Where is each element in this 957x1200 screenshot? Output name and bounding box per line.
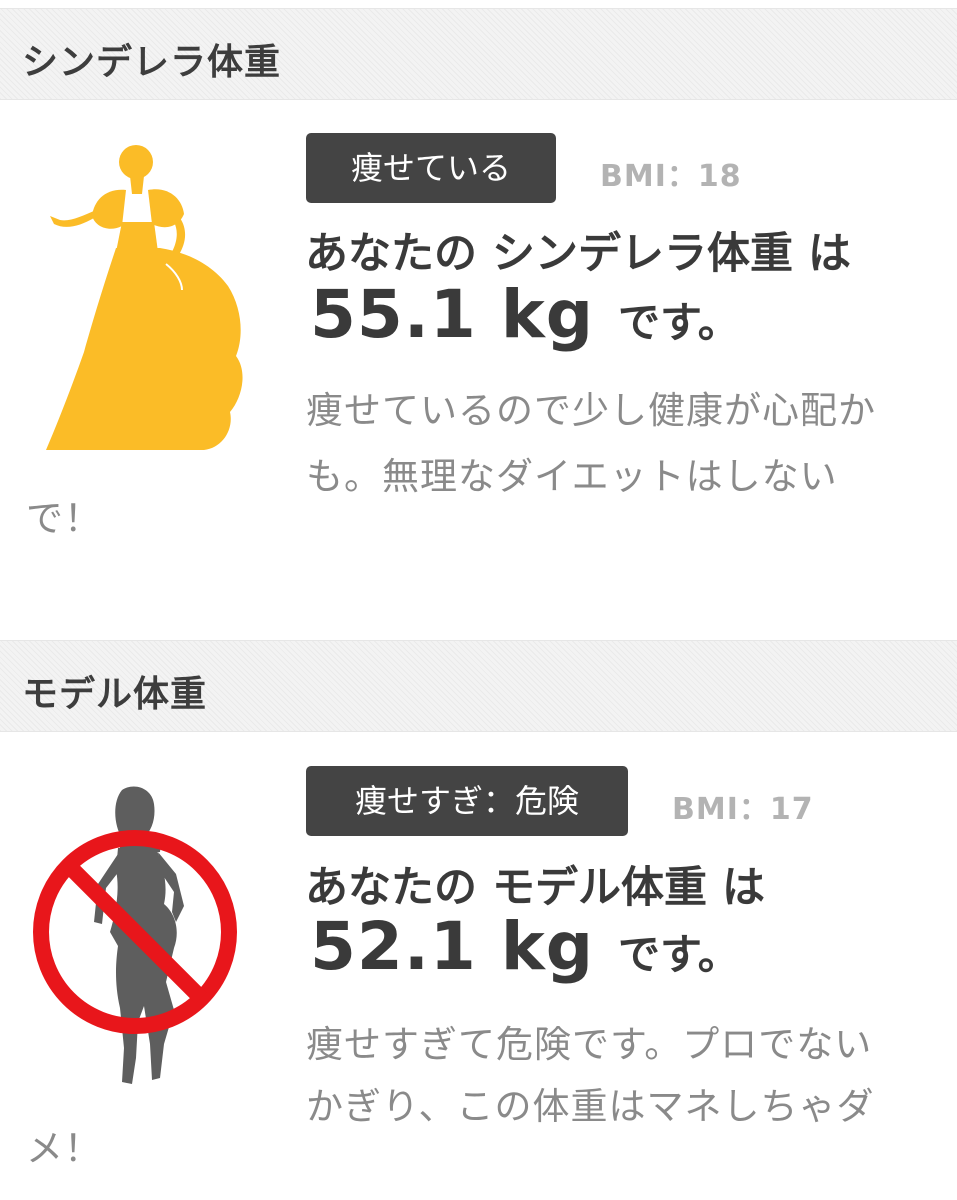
model-section-header: モデル体重 xyxy=(0,640,957,732)
cinderella-silhouette-icon xyxy=(36,140,256,460)
page: シンデレラ体重 痩せている BMI：18 あなたの シンデレラ体重 は 55.1… xyxy=(0,0,957,1200)
cinderella-section-header: シンデレラ体重 xyxy=(0,8,957,100)
model-weight-row: 52.1 kg です。 xyxy=(310,908,740,985)
cinderella-weight-suffix: です。 xyxy=(617,298,740,347)
model-weight-value: 52.1 kg xyxy=(310,908,594,985)
model-advice-line-2: かぎり、この体重はマネしちゃダ xyxy=(306,1085,875,1128)
cinderella-result-line: あなたの シンデレラ体重 は xyxy=(305,229,851,279)
cinderella-advice-line-1: 痩せているので少し健康が心配か xyxy=(306,389,876,432)
model-advice-line-1: 痩せすぎて危険です。プロでない xyxy=(306,1023,873,1066)
model-prohibited-icon xyxy=(24,782,246,1092)
cinderella-status-badge: 痩せている xyxy=(306,133,556,203)
cinderella-section-title: シンデレラ体重 xyxy=(22,42,282,83)
model-status-badge: 痩せすぎ：危険 xyxy=(306,766,628,836)
model-advice-line-3: メ！ xyxy=(26,1127,102,1170)
cinderella-bmi-value: BMI：18 xyxy=(600,159,742,194)
cinderella-advice-line-3: で！ xyxy=(26,497,102,540)
model-weight-suffix: です。 xyxy=(617,930,740,979)
cinderella-weight-value: 55.1 kg xyxy=(310,276,594,353)
model-result-line: あなたの モデル体重 は xyxy=(305,863,765,913)
cinderella-advice-line-2: も。無理なダイエットはしない xyxy=(306,455,838,498)
cinderella-weight-row: 55.1 kg です。 xyxy=(310,276,740,353)
model-bmi-value: BMI：17 xyxy=(672,792,814,827)
model-section-title: モデル体重 xyxy=(22,674,208,715)
